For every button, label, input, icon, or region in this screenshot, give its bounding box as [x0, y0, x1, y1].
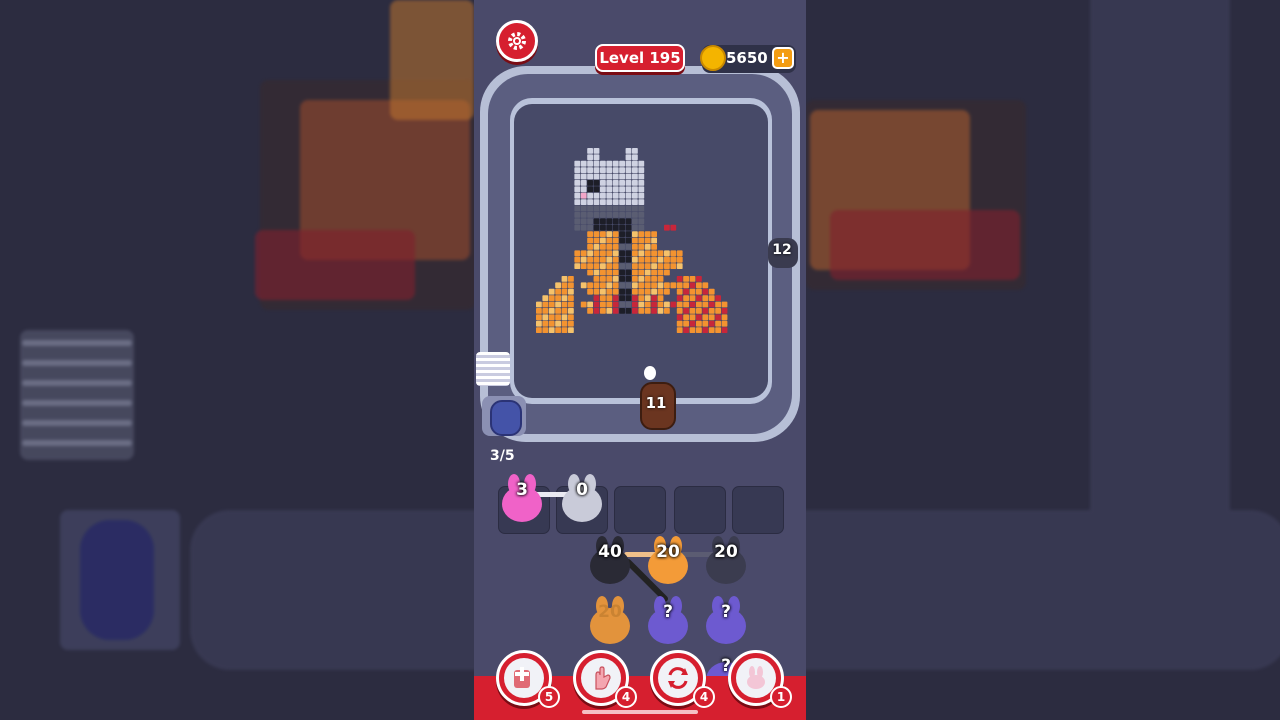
active-shooter: 11: [636, 366, 680, 432]
queued-bunny-white[interactable]: 0: [558, 474, 606, 522]
queued-bunny-pink[interactable]: 3: [498, 474, 546, 522]
bunny-count: 20: [656, 542, 680, 562]
powerup-count: 5: [538, 686, 560, 708]
level-indicator: Level 195: [595, 44, 685, 72]
grid-bunny-orange[interactable]: 20: [644, 536, 692, 584]
powerup-count: 4: [693, 686, 715, 708]
side-shooter-count: 12: [772, 242, 792, 258]
bunny-count: 20: [598, 602, 622, 622]
bunny-count: 0: [576, 480, 588, 500]
pixel-art-figure: [536, 148, 728, 333]
queue-slot-3: [614, 486, 666, 534]
side-shooter: 12: [764, 236, 800, 270]
grid-bunny-orange-locked: 20: [586, 596, 634, 644]
shuffle-icon: [668, 667, 688, 689]
coin-icon: [700, 45, 726, 71]
bunny-icon: [747, 666, 765, 689]
settings-button[interactable]: [496, 20, 538, 62]
grid-bunny-hidden: ?: [702, 596, 750, 644]
bunny-count: 40: [598, 542, 622, 562]
bunny-count: ?: [721, 602, 731, 622]
active-shooter-count: 11: [645, 394, 667, 412]
queue-slot-4: [674, 486, 726, 534]
conveyor-exit-grate: [476, 352, 510, 386]
home-indicator: [582, 710, 698, 714]
hand-icon: [595, 666, 611, 690]
capacity-counter: 3/5: [490, 448, 515, 464]
grid-bunny-dark[interactable]: 20: [702, 536, 750, 584]
game-viewport: Level 195 5650 + 12 11 3/5 3 0 40 20 20: [474, 0, 806, 720]
gear-icon: [508, 32, 526, 50]
coin-amount: 5650: [726, 49, 768, 67]
spool-holder: [482, 396, 526, 436]
powerup-count: 4: [615, 686, 637, 708]
grid-bunny-hidden: ?: [644, 596, 692, 644]
powerup-count: 1: [770, 686, 792, 708]
bunny-count: 3: [516, 480, 528, 500]
queue-slot-5: [732, 486, 784, 534]
add-coins-button[interactable]: +: [772, 47, 794, 69]
bunny-count: 20: [714, 542, 738, 562]
add-slot-icon: [514, 667, 530, 688]
bunny-count: ?: [663, 602, 673, 622]
grid-bunny-black[interactable]: 40: [586, 536, 634, 584]
